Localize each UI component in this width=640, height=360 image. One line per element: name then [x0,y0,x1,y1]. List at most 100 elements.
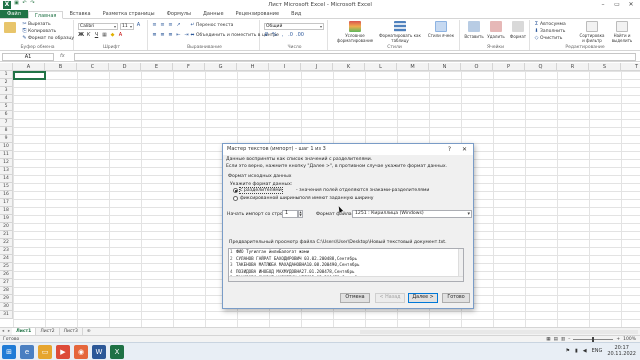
decrease-decimal-icon[interactable]: .00 [296,33,304,38]
align-bottom-icon[interactable]: ≡ [168,23,173,28]
row-header[interactable]: 10 [0,143,13,151]
row-header[interactable]: 13 [0,167,13,175]
cancel-button[interactable]: Отмена [340,293,370,303]
column-header[interactable]: I [269,63,301,71]
grow-font-button[interactable]: A [136,23,141,28]
column-header[interactable]: H [237,63,269,71]
close-icon[interactable]: ✕ [624,0,638,9]
delimited-label[interactable]: с разделителями [239,187,283,194]
column-header[interactable]: Q [525,63,557,71]
row-header[interactable]: 5 [0,103,13,111]
borders-icon[interactable]: ▦ [102,33,107,38]
tab-home[interactable]: Главная [27,11,64,19]
insert-cells-button[interactable]: Вставить [464,21,484,39]
font-color-icon[interactable]: A [118,33,123,38]
conditional-formatting-button[interactable]: Условное форматирование [334,21,376,43]
delete-cells-button[interactable]: Удалить [486,21,506,39]
formula-input[interactable] [74,53,636,61]
select-all-corner[interactable] [0,63,13,71]
italic-icon[interactable]: К [86,33,91,38]
start-row-input[interactable]: 1 [282,210,298,218]
maximize-icon[interactable]: ▭ [610,0,624,9]
row-header[interactable]: 24 [0,255,13,263]
autosum-button[interactable]: Σ Автосумма [534,22,566,28]
row-header[interactable]: 27 [0,279,13,287]
row-header[interactable]: 28 [0,287,13,295]
dialog-close-icon[interactable]: ✕ [462,144,467,155]
tab-page-layout[interactable]: Разметка страницы [97,10,161,18]
row-header[interactable]: 7 [0,119,13,127]
row-header[interactable]: 2 [0,79,13,87]
format-cells-button[interactable]: Формат [508,21,528,39]
preview-horizontal-scrollbar[interactable] [229,276,463,281]
row-header[interactable]: 1 [0,71,13,79]
indent-decrease-icon[interactable]: ⇤ [176,33,181,38]
finish-button[interactable]: Готово [442,293,470,303]
folder-icon[interactable]: ▭ [38,345,52,359]
bold-icon[interactable]: Ж [78,33,84,38]
fill-color-icon[interactable]: ◆ [110,33,115,38]
currency-icon[interactable]: ₽ [264,33,269,38]
find-select-button[interactable]: Найти и выделить [608,21,636,43]
excel-taskbar-icon[interactable]: X [110,345,124,359]
row-header[interactable]: 6 [0,111,13,119]
row-header[interactable]: 14 [0,175,13,183]
row-header[interactable]: 22 [0,239,13,247]
percent-icon[interactable]: % [272,33,277,38]
paste-button[interactable] [4,22,16,34]
row-header[interactable]: 11 [0,151,13,159]
column-header[interactable]: N [429,63,461,71]
align-top-icon[interactable]: ≡ [152,23,157,28]
language-indicator[interactable]: ENG [592,348,603,354]
volume-icon[interactable]: ◀ [583,348,587,354]
selected-cell[interactable] [13,71,46,80]
zoom-slider[interactable] [573,337,614,342]
underline-icon[interactable]: Ч [94,33,99,38]
fixed-width-label[interactable]: фиксированной ширины [240,196,299,201]
font-name-select[interactable]: Calibri [78,23,118,30]
file-origin-select[interactable]: 1251 : Кириллица (Windows) [352,210,472,218]
row-header[interactable]: 8 [0,127,13,135]
orientation-icon[interactable]: ↗ [176,23,181,28]
row-header[interactable]: 21 [0,231,13,239]
row-header[interactable]: 9 [0,135,13,143]
tab-file[interactable]: Файл [0,10,28,18]
tab-review[interactable]: Рецензирование [230,10,286,18]
start-icon[interactable]: ⊞ [2,345,16,359]
row-header[interactable]: 17 [0,199,13,207]
align-middle-icon[interactable]: ≡ [160,23,165,28]
column-header[interactable]: L [365,63,397,71]
tab-insert[interactable]: Вставка [63,10,96,18]
row-header[interactable]: 16 [0,191,13,199]
indent-increase-icon[interactable]: ⇥ [184,33,189,38]
column-header[interactable]: B [45,63,77,71]
align-center-icon[interactable]: ≣ [160,33,165,38]
format-painter-button[interactable]: ✎ Формат по образцу [22,36,74,42]
fixed-width-radio[interactable] [233,196,238,201]
column-header[interactable]: D [109,63,141,71]
column-header[interactable]: K [333,63,365,71]
row-header[interactable]: 18 [0,207,13,215]
delimited-radio[interactable] [233,188,238,193]
word-icon[interactable]: W [92,345,106,359]
minimize-icon[interactable]: – [596,0,610,9]
row-header[interactable]: 26 [0,271,13,279]
row-header[interactable]: 29 [0,295,13,303]
column-header[interactable]: E [141,63,173,71]
browser-icon[interactable]: e [20,345,34,359]
tab-data[interactable]: Данные [197,10,230,18]
column-header[interactable]: P [493,63,525,71]
next-button[interactable]: Далее > [408,293,438,303]
horizontal-scrollbar[interactable] [360,330,638,334]
copy-button[interactable]: ⎘ Копировать [22,29,56,35]
row-header[interactable]: 31 [0,311,13,319]
row-header[interactable]: 25 [0,263,13,271]
wrap-text-button[interactable]: ↵ Перенос текста [190,23,233,29]
row-header[interactable]: 3 [0,87,13,95]
row-header[interactable]: 4 [0,95,13,103]
column-header[interactable]: G [205,63,237,71]
column-header[interactable]: S [589,63,621,71]
sort-filter-button[interactable]: Сортировка и фильтр [578,21,606,43]
column-header[interactable]: M [397,63,429,71]
flag-icon[interactable]: ⚑ [565,348,569,354]
